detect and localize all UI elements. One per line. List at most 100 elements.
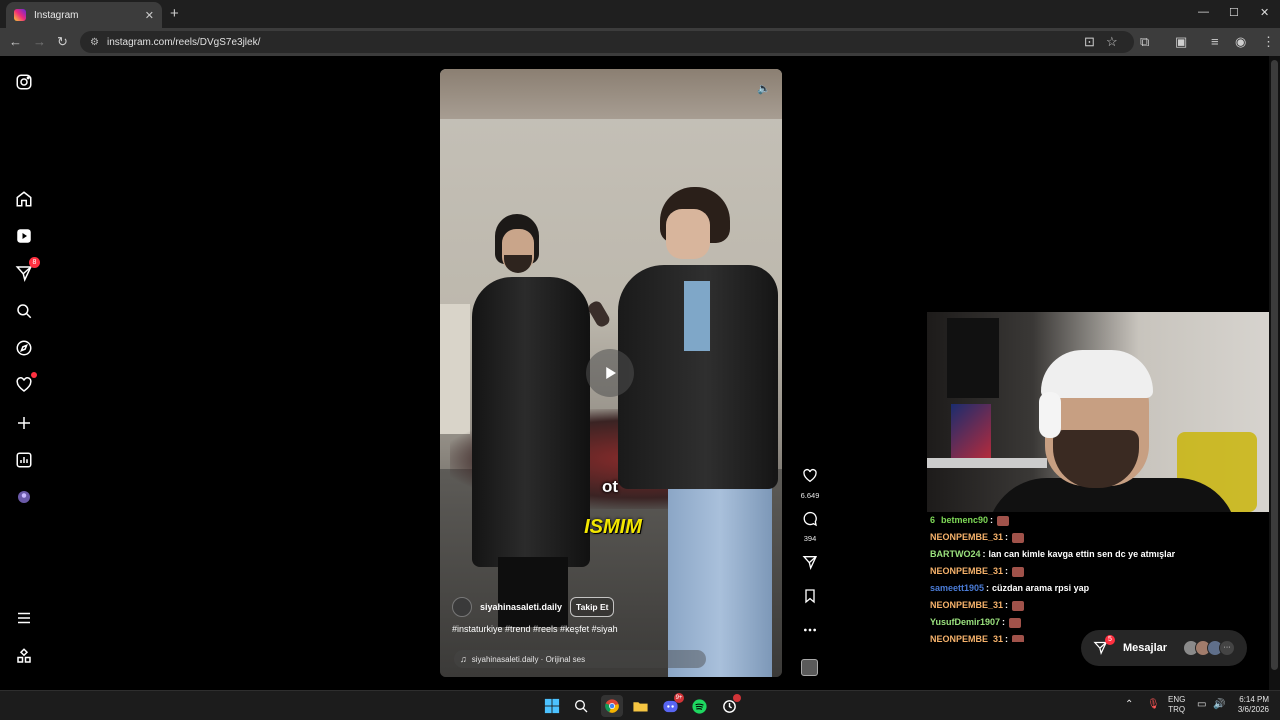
- maximize-button[interactable]: ☐: [1229, 6, 1239, 19]
- address-bar[interactable]: ⚙ instagram.com/reels/DVgS7e3jlek/: [80, 31, 1134, 53]
- explore-compass-icon[interactable]: [13, 337, 35, 359]
- tab-close-icon[interactable]: ✕: [145, 9, 154, 22]
- windows-taskbar: 9+ ⌃ 🎙 ENG TRQ ▭ 🔊 6:14 PM 3/6/2026: [0, 690, 1280, 720]
- meta-apps-icon[interactable]: [13, 645, 35, 667]
- home-icon[interactable]: [13, 188, 35, 210]
- chat-emote-icon: [1012, 566, 1025, 577]
- chat-username[interactable]: NEONPEMBE_31: [930, 597, 1003, 614]
- profile-avatar-icon[interactable]: ◉: [1235, 35, 1246, 49]
- like-count: 6.649: [800, 491, 820, 500]
- extensions-icon[interactable]: ⧉: [1140, 35, 1149, 49]
- network-icon[interactable]: ▭: [1197, 700, 1206, 710]
- mute-icon[interactable]: 🔈: [754, 78, 774, 98]
- forward-arrow-icon[interactable]: →: [33, 35, 46, 49]
- windows-start-icon[interactable]: [543, 697, 561, 715]
- video-background-building: [440, 69, 782, 119]
- tray-chevron-icon[interactable]: ⌃: [1125, 700, 1133, 710]
- messages-pill[interactable]: 5 Mesajlar ···: [1081, 630, 1247, 666]
- reading-list-icon[interactable]: ≡: [1211, 35, 1219, 49]
- instagram-logo-icon[interactable]: [13, 71, 35, 93]
- bookmark-star-icon[interactable]: ☆: [1106, 35, 1118, 49]
- messages-label: Mesajlar: [1123, 642, 1168, 654]
- like-button[interactable]: 6.649: [796, 468, 824, 500]
- reels-icon[interactable]: [13, 225, 35, 247]
- reel-audio-bar[interactable]: ♫ siyahinasaleti.daily · Orijinal ses: [454, 650, 706, 668]
- send-icon: [802, 556, 818, 570]
- language-indicator[interactable]: ENG TRQ: [1168, 695, 1185, 715]
- follow-button[interactable]: Takip Et: [570, 597, 615, 617]
- clock-time: 6:14 PM: [1239, 695, 1269, 704]
- chat-username[interactable]: betmenc90: [941, 512, 988, 529]
- more-menu-icon[interactable]: [13, 607, 35, 629]
- dashboard-chart-icon[interactable]: [13, 449, 35, 471]
- chat-message: NEONPEMBE_31:: [930, 563, 1275, 580]
- chat-username[interactable]: NEONPEMBE_31: [930, 631, 1003, 642]
- chat-username[interactable]: NEONPEMBE_31: [930, 563, 1003, 580]
- chat-separator: :: [1005, 566, 1009, 576]
- chat-username[interactable]: BARTWO24: [930, 546, 981, 563]
- discord-icon[interactable]: 9+: [661, 693, 684, 715]
- chat-text: cüzdan arama rpsi yap: [992, 583, 1090, 593]
- webcam-shelf: [927, 458, 1047, 468]
- minimize-button[interactable]: —: [1198, 6, 1209, 18]
- chat-message: BARTWO24: lan can kimle kavga ettin sen d…: [930, 546, 1275, 563]
- volume-icon[interactable]: 🔊: [1213, 700, 1225, 710]
- clock[interactable]: 6:14 PM 3/6/2026: [1233, 695, 1269, 715]
- chat-message: NEONPEMBE_31:: [930, 597, 1275, 614]
- messages-badge: 5: [1105, 635, 1115, 645]
- discord-badge: 9+: [674, 693, 684, 703]
- video-person-right-shirt: [684, 281, 710, 351]
- stream-chat: 6 betmenc90: NEONPEMBE_31: BARTWO24: lan can…: [930, 512, 1275, 642]
- more-options-button[interactable]: [796, 622, 824, 643]
- heart-notifications-icon[interactable]: [13, 372, 37, 396]
- bookmark-icon: [805, 589, 815, 604]
- side-panel-icon[interactable]: ▣: [1175, 35, 1187, 49]
- page-scrollbar[interactable]: [1269, 56, 1280, 690]
- chat-separator: :: [1002, 617, 1006, 627]
- author-username[interactable]: siyahinasaleti.daily: [480, 602, 562, 612]
- comment-button[interactable]: 394: [796, 511, 824, 543]
- reel-description[interactable]: #instaturkiye #trend #reels #keşfet #siy…: [452, 624, 618, 634]
- site-info-icon[interactable]: ⚙: [90, 37, 99, 48]
- create-plus-icon[interactable]: [13, 412, 35, 434]
- back-arrow-icon[interactable]: ←: [9, 35, 22, 49]
- app-icon[interactable]: [720, 694, 741, 715]
- messages-icon[interactable]: 8: [13, 257, 40, 284]
- instagram-sidebar: 8: [0, 56, 48, 690]
- new-tab-button[interactable]: +: [170, 5, 179, 22]
- microphone-icon[interactable]: 🎙: [1147, 700, 1160, 710]
- reel-video[interactable]: 🔈 ot ISMIM siyahinasaleti.daily Takip Et…: [440, 69, 782, 677]
- instagram-favicon-icon: [14, 9, 26, 21]
- chat-username[interactable]: NEONPEMBE_31: [930, 529, 1003, 546]
- comment-bubble-icon: [803, 511, 817, 527]
- tab-instagram[interactable]: Instagram ✕: [6, 2, 162, 28]
- chrome-icon[interactable]: [601, 695, 623, 717]
- search-icon[interactable]: [13, 300, 35, 322]
- webcam-poster-2: [951, 404, 991, 460]
- reel-audio-label: siyahinasaleti.daily · Orijinal ses: [471, 654, 586, 664]
- profile-avatar-icon[interactable]: [13, 486, 35, 508]
- chat-username[interactable]: YusufDemir1907: [930, 614, 1000, 631]
- more-avatars-icon: ···: [1219, 640, 1235, 656]
- file-explorer-icon[interactable]: [631, 697, 649, 715]
- app-notification-dot: [733, 694, 741, 702]
- chat-username[interactable]: sameett1905: [930, 580, 984, 597]
- save-button[interactable]: [796, 588, 824, 609]
- streamer-webcam: [927, 312, 1280, 512]
- install-app-icon[interactable]: ⊡: [1084, 35, 1095, 49]
- author-avatar[interactable]: [452, 597, 472, 617]
- messenger-icon: 5: [1093, 635, 1115, 656]
- play-button[interactable]: [586, 349, 634, 397]
- audio-thumbnail[interactable]: [801, 659, 818, 676]
- spotify-icon[interactable]: [690, 697, 708, 715]
- scrollbar-thumb[interactable]: [1271, 60, 1278, 670]
- reload-icon[interactable]: ↻: [57, 35, 68, 49]
- chat-separator: :: [982, 549, 986, 559]
- taskbar-search-icon[interactable]: [572, 697, 590, 715]
- menu-kebab-icon[interactable]: ⋮: [1262, 35, 1275, 49]
- notifications-badge: 8: [29, 257, 40, 268]
- chat-prefix: 6: [930, 515, 936, 525]
- share-button[interactable]: [796, 554, 824, 575]
- close-window-button[interactable]: ✕: [1260, 6, 1269, 19]
- microphone: [586, 299, 612, 329]
